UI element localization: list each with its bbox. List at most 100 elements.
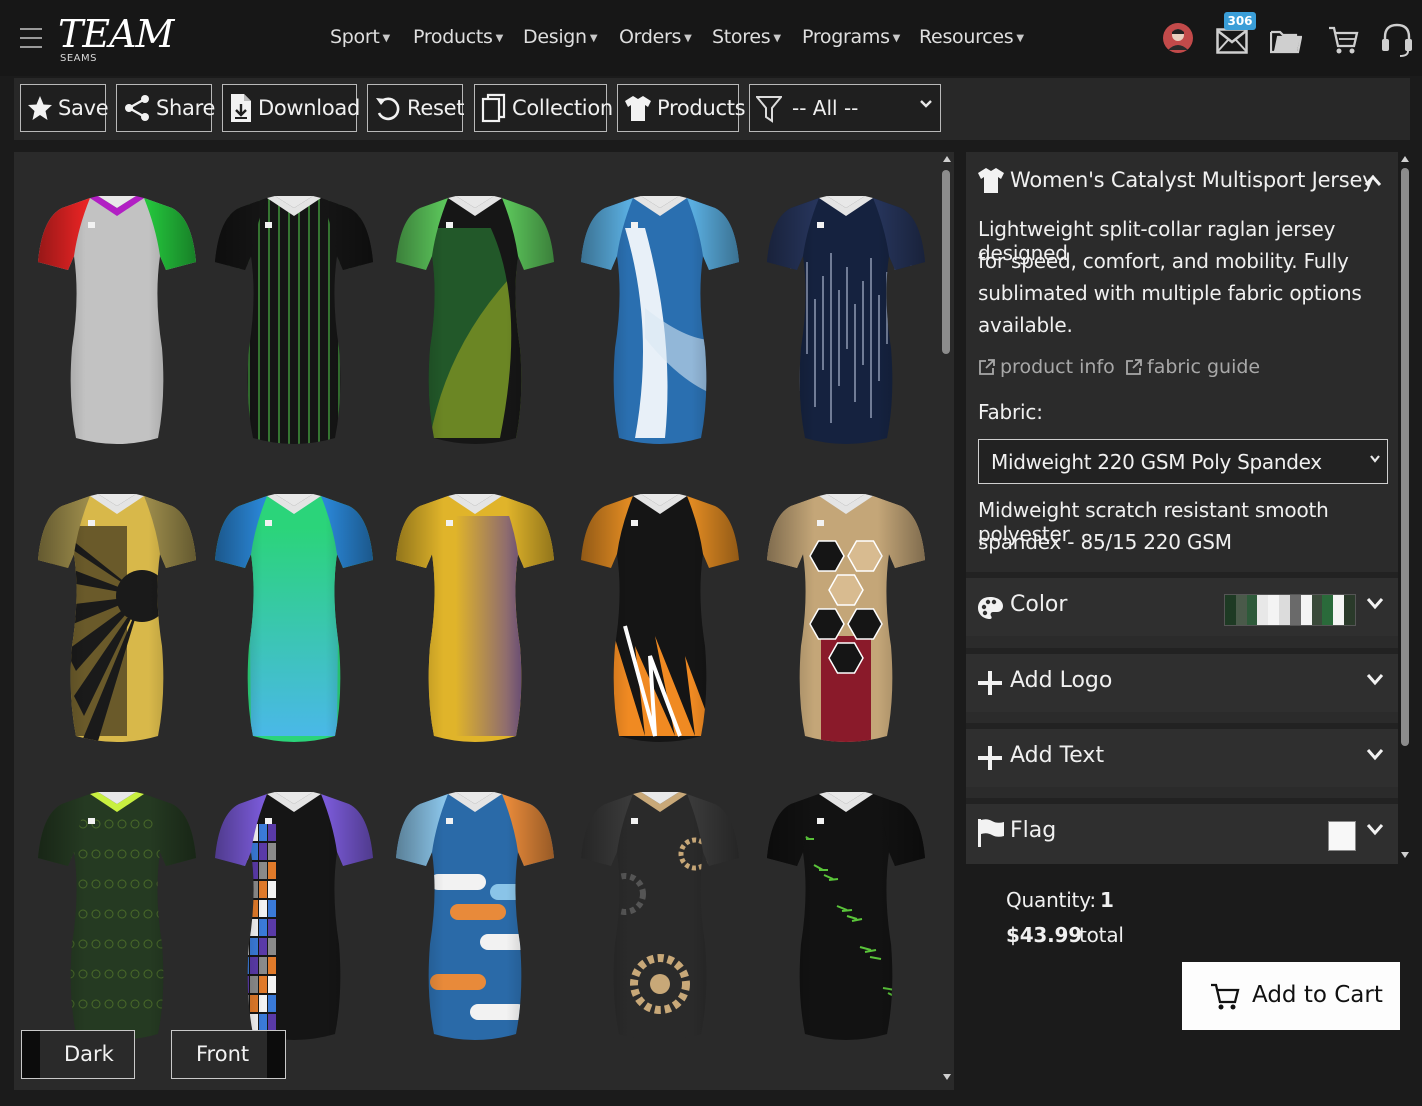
filter-value: -- All -- xyxy=(792,96,859,120)
color-swatch xyxy=(1257,595,1269,625)
total-label: total xyxy=(1079,923,1124,947)
shirt-icon xyxy=(625,96,651,121)
menu-icon[interactable] xyxy=(20,28,42,50)
front-view-toggle[interactable]: Front xyxy=(171,1030,286,1079)
fabric-value: Midweight 220 GSM Poly Spandex xyxy=(991,450,1322,474)
color-swatch xyxy=(1333,595,1345,625)
products-button[interactable]: Products xyxy=(617,84,746,132)
jersey-design-thumbnail[interactable] xyxy=(761,784,931,1054)
jersey-design-thumbnail[interactable] xyxy=(390,486,560,756)
add-to-cart-button[interactable]: Add to Cart xyxy=(1182,962,1400,1030)
caret-down-icon: ▼ xyxy=(495,33,504,44)
logo-subtext: SEAMS xyxy=(60,53,97,64)
color-swatch xyxy=(1279,595,1290,625)
jersey-design-thumbnail[interactable] xyxy=(575,486,745,756)
mail-icon[interactable] xyxy=(1216,28,1248,54)
external-link-icon xyxy=(979,359,995,375)
front-swatch xyxy=(267,1031,285,1078)
headset-icon[interactable] xyxy=(1380,22,1414,58)
color-swatch xyxy=(1300,595,1312,625)
gallery-scroll-thumb[interactable] xyxy=(942,170,950,354)
palette-icon xyxy=(978,597,1003,619)
scroll-up-icon[interactable] xyxy=(1399,154,1411,164)
gallery-scrollbar[interactable] xyxy=(940,152,954,1090)
scroll-up-icon[interactable] xyxy=(941,154,953,164)
flag-color-swatch[interactable] xyxy=(1328,821,1356,851)
quantity-label: Quantity: xyxy=(1006,888,1096,912)
color-swatch xyxy=(1289,595,1301,625)
jersey-design-thumbnail[interactable] xyxy=(32,784,202,1054)
jersey-design-thumbnail[interactable] xyxy=(209,784,379,1054)
nav-sport[interactable]: Sport ▼ xyxy=(330,26,390,48)
download-label: Download xyxy=(258,96,360,120)
nav-programs-label: Programs xyxy=(802,26,890,48)
jersey-design-thumbnail[interactable] xyxy=(390,188,560,458)
jersey-design-thumbnail[interactable] xyxy=(575,188,745,458)
shirt-icon xyxy=(978,168,1004,193)
price-total: $43.99 xyxy=(1006,923,1082,947)
scroll-down-icon[interactable] xyxy=(941,1072,953,1082)
team-seams-logo[interactable]: TEAM SEAMS xyxy=(58,12,174,66)
caret-down-icon: ▼ xyxy=(382,33,391,44)
jersey-design-thumbnail[interactable] xyxy=(761,188,931,458)
cart-icon xyxy=(1211,983,1240,1010)
reset-button[interactable]: Reset xyxy=(367,84,464,132)
jersey-design-thumbnail[interactable] xyxy=(761,486,931,756)
caret-down-icon: ▼ xyxy=(1016,33,1024,44)
fabric-select[interactable]: Midweight 220 GSM Poly Spandex xyxy=(978,439,1388,484)
nav-resources[interactable]: Resources ▼ xyxy=(919,26,1024,48)
dark-view-toggle[interactable]: Dark xyxy=(21,1030,135,1079)
jersey-design-thumbnail[interactable] xyxy=(209,486,379,756)
nav-orders-label: Orders xyxy=(619,26,682,48)
external-link-icon xyxy=(1126,359,1142,375)
nav-programs[interactable]: Programs ▼ xyxy=(802,26,900,48)
color-swatch xyxy=(1268,595,1280,625)
add-text-section[interactable]: Add Text xyxy=(966,723,1398,787)
filter-select[interactable]: -- All -- xyxy=(749,84,941,132)
jersey-design-thumbnail[interactable] xyxy=(390,784,560,1054)
color-swatch-strip[interactable] xyxy=(1224,594,1356,626)
caret-down-icon: ▼ xyxy=(589,33,598,44)
nav-design[interactable]: Design ▼ xyxy=(523,26,598,48)
caret-down-icon: ▼ xyxy=(892,33,901,44)
save-label: Save xyxy=(58,96,109,120)
front-label: Front xyxy=(196,1042,250,1066)
product-description-line: available. xyxy=(978,313,1073,337)
color-section[interactable]: Color xyxy=(966,572,1398,636)
flag-section[interactable]: Flag xyxy=(966,798,1398,864)
chevron-up-icon[interactable] xyxy=(1364,174,1382,188)
avatar-icon[interactable] xyxy=(1162,22,1194,54)
fabric-guide-link[interactable]: fabric guide xyxy=(1125,356,1260,378)
star-icon xyxy=(28,96,52,120)
jersey-design-thumbnail[interactable] xyxy=(32,486,202,756)
color-swatch xyxy=(1322,595,1334,625)
product-info-link[interactable]: product info xyxy=(978,356,1115,378)
save-button[interactable]: Save xyxy=(20,84,109,132)
folder-icon[interactable] xyxy=(1270,28,1302,54)
share-button[interactable]: Share xyxy=(116,84,215,132)
jersey-design-thumbnail[interactable] xyxy=(209,188,379,458)
collection-button[interactable]: Collection xyxy=(474,84,613,132)
download-button[interactable]: Download xyxy=(222,84,360,132)
color-section-title: Color xyxy=(1010,592,1068,617)
nav-orders[interactable]: Orders ▼ xyxy=(619,26,692,48)
cart-icon[interactable] xyxy=(1327,24,1359,56)
nav-products[interactable]: Products ▼ xyxy=(413,26,503,48)
scroll-down-icon[interactable] xyxy=(1399,850,1411,860)
color-swatch xyxy=(1225,595,1236,625)
jersey-design-thumbnail[interactable] xyxy=(32,188,202,458)
top-navigation-bar xyxy=(0,0,1422,76)
jersey-design-thumbnail[interactable] xyxy=(575,784,745,1054)
chevron-down-icon xyxy=(1370,455,1380,463)
color-swatch xyxy=(1344,595,1355,625)
product-description-line: for speed, comfort, and mobility. Fully xyxy=(978,249,1349,273)
share-icon xyxy=(125,95,149,121)
fabric-guide-label: fabric guide xyxy=(1147,356,1261,378)
add-logo-section[interactable]: Add Logo xyxy=(966,648,1398,712)
plus-icon xyxy=(978,746,1002,770)
product-info-label: product info xyxy=(1000,356,1115,378)
add-to-cart-label: Add to Cart xyxy=(1252,982,1383,1008)
add-text-title: Add Text xyxy=(1010,743,1105,768)
quantity-value: 1 xyxy=(1100,888,1114,912)
nav-stores[interactable]: Stores ▼ xyxy=(712,26,781,48)
